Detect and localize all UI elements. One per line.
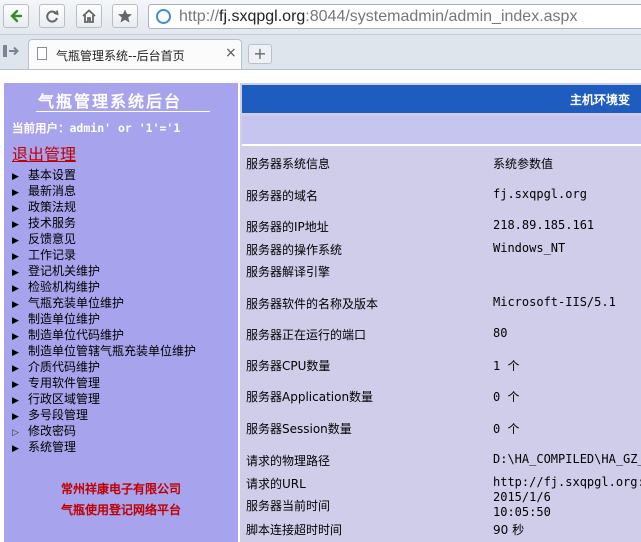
title-underline <box>36 111 210 112</box>
menu-item[interactable]: ▶ 系统管理 <box>12 439 196 455</box>
menu-item[interactable]: ▶ 检验机构维护 <box>12 279 196 295</box>
address-bar[interactable]: http://fj.sxqpgl.org:8044/systemadmin/ad… <box>148 4 641 29</box>
company-name: 常州祥康电子有限公司 <box>60 482 181 496</box>
menu-item[interactable]: ▶ 工作记录 <box>12 247 196 263</box>
bookmark-button[interactable] <box>112 4 138 28</box>
nav-menu: ▶ 基本设置 ▶ 最新消息 ▶ 政策法规 ▶ 技术服务 ▶ 反馈意见 ▶ 工作记录 ▶ 登记机… <box>12 167 196 455</box>
menu-item[interactable]: ▶ 制造单位代码维护 <box>12 327 196 343</box>
menu-item[interactable]: ▶ 多号段管理 <box>12 407 196 423</box>
menu-item[interactable]: ▶ 反馈意见 <box>12 231 196 247</box>
platform-name: 气瓶使用登记网络平台 <box>60 503 181 517</box>
back-arrow-icon <box>10 9 23 23</box>
menu-item[interactable]: ▶ 行政区域管理 <box>12 391 196 407</box>
tab-admin-index[interactable]: 气瓶管理系统--后台首页 × <box>28 39 242 69</box>
back-button[interactable] <box>3 4 29 28</box>
menu-item[interactable]: ▶ 基本设置 <box>12 167 196 183</box>
panel-subheader <box>242 116 641 146</box>
sidebar-toggle-icon[interactable] <box>3 44 19 58</box>
address-url: http://fj.sxqpgl.org:8044/systemadmin/ad… <box>179 8 578 25</box>
new-tab-button[interactable]: + <box>248 44 272 64</box>
menu-item[interactable]: ▶ 气瓶充装单位维护 <box>12 295 196 311</box>
collapse-arrow-icon: ▶ <box>12 444 19 454</box>
panel-header: 主机环境变 <box>242 85 641 113</box>
home-button[interactable] <box>76 4 102 28</box>
browser-toolbar: http://fj.sxqpgl.org:8044/systemadmin/ad… <box>0 0 641 35</box>
logout-link[interactable]: 退出管理 <box>12 141 76 165</box>
tab-title: 气瓶管理系统--后台首页 <box>56 49 185 63</box>
reload-button[interactable] <box>39 4 65 28</box>
panel-header-title: 主机环境变 <box>570 93 631 107</box>
page-icon <box>37 47 47 60</box>
menu-item[interactable]: ▶ 专用软件管理 <box>12 375 196 391</box>
current-user: 当前用户：admin' or '1'='1 <box>12 121 181 135</box>
site-info-icon[interactable] <box>156 9 171 24</box>
reload-icon <box>46 10 59 23</box>
menu-item[interactable]: ▶ 政策法规 <box>12 199 196 215</box>
menu-item[interactable]: ▶ 制造单位维护 <box>12 311 196 327</box>
menu-item[interactable]: ▶ 登记机关维护 <box>12 263 196 279</box>
menu-item[interactable]: ▶ 最新消息 <box>12 183 196 199</box>
close-tab-icon[interactable]: × <box>225 45 237 61</box>
menu-item[interactable]: ▶ 制造单位管辖气瓶充装单位维护 <box>12 343 196 359</box>
page-content: 气瓶管理系统后台 当前用户：admin' or '1'='1 退出管理 ▶ 基本设… <box>0 70 641 542</box>
home-icon <box>82 9 96 23</box>
left-nav-panel: 气瓶管理系统后台 当前用户：admin' or '1'='1 退出管理 ▶ 基本设… <box>4 83 238 542</box>
menu-item[interactable]: ▶ 介质代码维护 <box>12 359 196 375</box>
menu-item[interactable]: ▶ 技术服务 <box>12 215 196 231</box>
star-icon <box>118 9 132 23</box>
tab-strip: 气瓶管理系统--后台首页 × + <box>0 35 641 70</box>
server-info-table: 服务器系统信息 系统参数值 服务器的域名 fj.sxqpgl.org 服务器的IP地… <box>242 147 641 542</box>
main-panel: 主机环境变 服务器系统信息 系统参数值 服务器的域名 fj.sxqpgl.org 服… <box>240 83 641 542</box>
menu-item[interactable]: ▷ 修改密码 <box>12 423 196 439</box>
system-title: 气瓶管理系统后台 <box>38 92 183 111</box>
